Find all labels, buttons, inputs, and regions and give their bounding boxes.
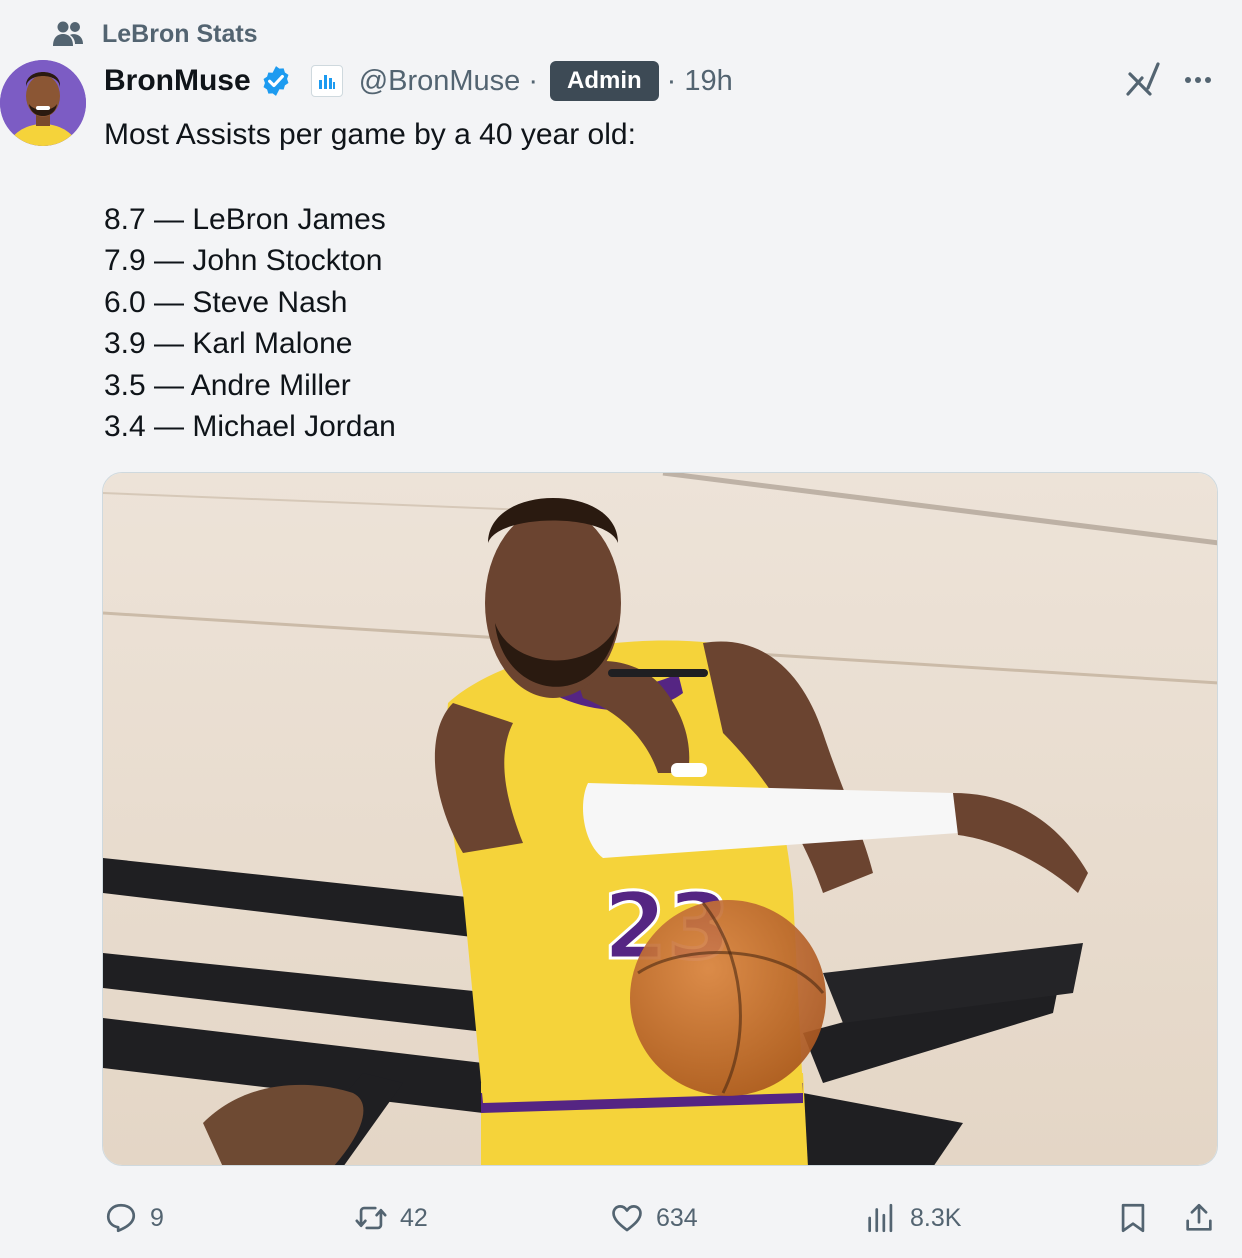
repost-icon xyxy=(355,1206,387,1230)
handle[interactable]: @BronMuse xyxy=(359,65,521,98)
display-name[interactable]: BronMuse xyxy=(104,64,251,98)
bookmark-icon xyxy=(1121,1203,1145,1233)
list-item: 3.9 — Karl Malone xyxy=(104,327,353,360)
repost-button[interactable]: 42 xyxy=(354,1196,428,1240)
affiliation-badge-icon[interactable] xyxy=(310,65,343,97)
heart-icon xyxy=(612,1205,642,1232)
tweet-text: Most Assists per game by a 40 year old: … xyxy=(104,114,636,448)
grok-icon[interactable] xyxy=(1124,60,1162,98)
reply-icon xyxy=(106,1203,136,1233)
list-item: 7.9 — John Stockton xyxy=(104,244,383,277)
like-button[interactable]: 634 xyxy=(610,1196,698,1240)
list-item: 3.4 — Michael Jordan xyxy=(104,410,396,443)
tweet-action-bar: 9 42 634 8.3K xyxy=(0,1196,1242,1240)
community-header[interactable]: LeBron Stats xyxy=(52,18,258,50)
like-count: 634 xyxy=(656,1203,698,1232)
avatar[interactable] xyxy=(0,60,86,146)
list-item: 6.0 — Steve Nash xyxy=(104,285,348,319)
bookmark-button[interactable] xyxy=(1116,1196,1150,1240)
timestamp[interactable]: · 19h xyxy=(667,65,733,98)
reply-count: 9 xyxy=(150,1203,164,1232)
tweet-media-photo[interactable]: 23 xyxy=(102,472,1218,1166)
repost-count: 42 xyxy=(400,1203,428,1232)
verified-badge-icon xyxy=(263,66,289,96)
reply-button[interactable]: 9 xyxy=(104,1196,164,1240)
views-button[interactable]: 8.3K xyxy=(864,1196,961,1240)
more-options-icon[interactable] xyxy=(1180,68,1216,92)
tweet-headline: Most Assists per game by a 40 year old: xyxy=(104,118,636,151)
share-button[interactable] xyxy=(1182,1196,1216,1240)
admin-role-badge: Admin xyxy=(549,61,659,101)
list-item: 8.7 — LeBron James xyxy=(104,202,386,236)
community-name: LeBron Stats xyxy=(102,19,258,48)
tweet-header: BronMuse @BronMuse · Admin · 19h xyxy=(104,58,733,104)
list-item: 3.5 — Andre Miller xyxy=(104,368,351,402)
separator: · xyxy=(528,64,538,97)
community-people-icon xyxy=(53,21,83,46)
views-chart-icon xyxy=(868,1203,893,1233)
share-icon xyxy=(1186,1203,1212,1231)
view-count: 8.3K xyxy=(910,1203,962,1232)
